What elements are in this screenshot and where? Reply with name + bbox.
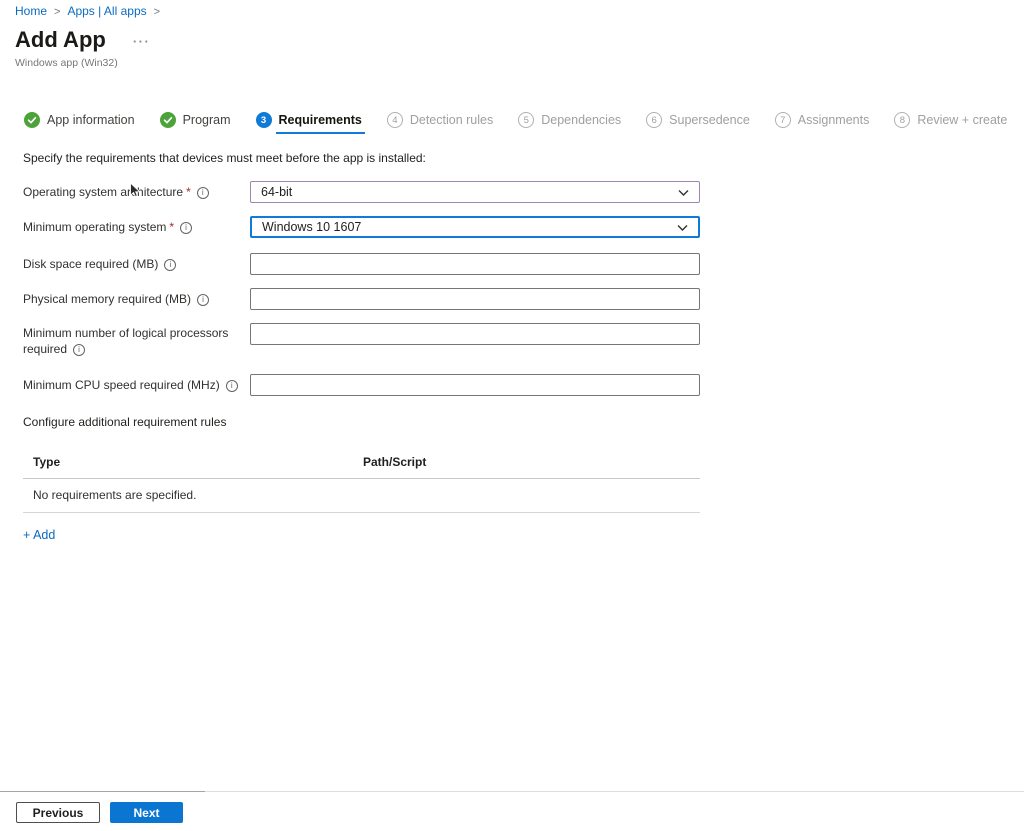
- field-label-text: Minimum number of logical processors req…: [23, 326, 228, 356]
- footer-divider: [205, 791, 1024, 792]
- form-row-logical-processors: Minimum number of logical processors req…: [23, 323, 700, 357]
- cpu-speed-input[interactable]: [250, 374, 700, 396]
- wizard-step-label: Dependencies: [541, 113, 621, 127]
- step-number-badge: 3: [256, 112, 272, 128]
- info-icon[interactable]: i: [197, 187, 209, 199]
- wizard-step-label: Assignments: [798, 113, 870, 127]
- dropdown-selected-value: 64-bit: [261, 185, 292, 199]
- step-number-badge: 7: [775, 112, 791, 128]
- form-intro-text: Specify the requirements that devices mu…: [23, 151, 426, 165]
- disk-space-input[interactable]: [250, 253, 700, 275]
- table-header-row: Type Path/Script: [23, 453, 700, 478]
- info-icon[interactable]: i: [226, 380, 238, 392]
- requirements-table: Type Path/Script No requirements are spe…: [23, 453, 700, 542]
- wizard-step-dependencies[interactable]: 5 Dependencies: [518, 112, 621, 128]
- form-row-disk-space: Disk space required (MB) i: [23, 253, 700, 275]
- step-number-badge: 8: [894, 112, 910, 128]
- wizard-step-label: Detection rules: [410, 113, 493, 127]
- wizard-step-label: Requirements: [279, 113, 362, 127]
- column-header-path-script: Path/Script: [363, 455, 426, 469]
- wizard-step-label: Review + create: [917, 113, 1007, 127]
- info-icon[interactable]: i: [180, 222, 192, 234]
- wizard-step-assignments[interactable]: 7 Assignments: [775, 112, 870, 128]
- next-button[interactable]: Next: [110, 802, 183, 823]
- field-label: Physical memory required (MB) i: [23, 288, 250, 310]
- add-requirement-link[interactable]: + Add: [23, 528, 55, 542]
- field-label-text: Disk space required (MB): [23, 257, 158, 271]
- chevron-down-icon: [677, 224, 688, 232]
- footer-divider: [0, 791, 205, 792]
- field-label-text: Minimum operating system: [23, 220, 166, 234]
- form-row-physical-memory: Physical memory required (MB) i: [23, 288, 700, 310]
- table-row-divider: [23, 512, 700, 513]
- breadcrumb-separator: >: [54, 6, 60, 18]
- breadcrumb-link-all-apps[interactable]: Apps | All apps: [67, 4, 146, 18]
- form-row-minimum-os: Minimum operating system* i Windows 10 16…: [23, 216, 700, 238]
- page-subtitle: Windows app (Win32): [15, 57, 118, 69]
- field-label-text: Operating system architecture: [23, 185, 183, 199]
- table-empty-message: No requirements are specified.: [23, 479, 700, 512]
- field-label: Disk space required (MB) i: [23, 253, 250, 275]
- previous-button[interactable]: Previous: [16, 802, 100, 823]
- field-label-text: Physical memory required (MB): [23, 292, 191, 306]
- step-number-badge: 6: [646, 112, 662, 128]
- check-icon: [160, 112, 176, 128]
- field-label-text: Minimum CPU speed required (MHz): [23, 378, 220, 392]
- additional-rules-heading: Configure additional requirement rules: [23, 415, 226, 429]
- wizard-step-label: App information: [47, 113, 135, 127]
- step-number-badge: 4: [387, 112, 403, 128]
- breadcrumb-link-home[interactable]: Home: [15, 4, 47, 18]
- wizard-step-app-information[interactable]: App information: [24, 112, 135, 128]
- dropdown-selected-value: Windows 10 1607: [262, 220, 361, 234]
- minimum-os-dropdown[interactable]: Windows 10 1607: [250, 216, 700, 238]
- wizard-step-label: Supersedence: [669, 113, 750, 127]
- form-row-cpu-speed: Minimum CPU speed required (MHz) i: [23, 374, 700, 396]
- wizard-step-detection-rules[interactable]: 4 Detection rules: [387, 112, 493, 128]
- step-number-badge: 5: [518, 112, 534, 128]
- wizard-step-label: Program: [183, 113, 231, 127]
- column-header-type: Type: [33, 455, 363, 469]
- wizard-step-review-create[interactable]: 8 Review + create: [894, 112, 1007, 128]
- field-label: Minimum CPU speed required (MHz) i: [23, 374, 250, 396]
- field-label: Minimum operating system* i: [23, 216, 250, 238]
- info-icon[interactable]: i: [73, 344, 85, 356]
- wizard-step-supersedence[interactable]: 6 Supersedence: [646, 112, 750, 128]
- chevron-down-icon: [678, 189, 689, 197]
- check-icon: [24, 112, 40, 128]
- wizard-step-program[interactable]: Program: [160, 112, 231, 128]
- breadcrumb-separator: >: [154, 6, 160, 18]
- wizard-step-requirements[interactable]: 3 Requirements: [256, 112, 362, 128]
- more-options-button[interactable]: ···: [133, 34, 151, 49]
- field-label: Operating system architecture* i: [23, 181, 250, 203]
- page-title: Add App: [15, 27, 106, 53]
- physical-memory-input[interactable]: [250, 288, 700, 310]
- info-icon[interactable]: i: [197, 294, 209, 306]
- logical-processors-input[interactable]: [250, 323, 700, 345]
- wizard-steps: App information Program 3 Requirements 4…: [24, 112, 1007, 128]
- os-architecture-dropdown[interactable]: 64-bit: [250, 181, 700, 203]
- required-marker: *: [169, 220, 174, 234]
- form-row-os-architecture: Operating system architecture* i 64-bit: [23, 181, 700, 203]
- info-icon[interactable]: i: [164, 259, 176, 271]
- field-label: Minimum number of logical processors req…: [23, 323, 250, 357]
- required-marker: *: [186, 185, 191, 199]
- breadcrumb: Home > Apps | All apps >: [15, 4, 167, 18]
